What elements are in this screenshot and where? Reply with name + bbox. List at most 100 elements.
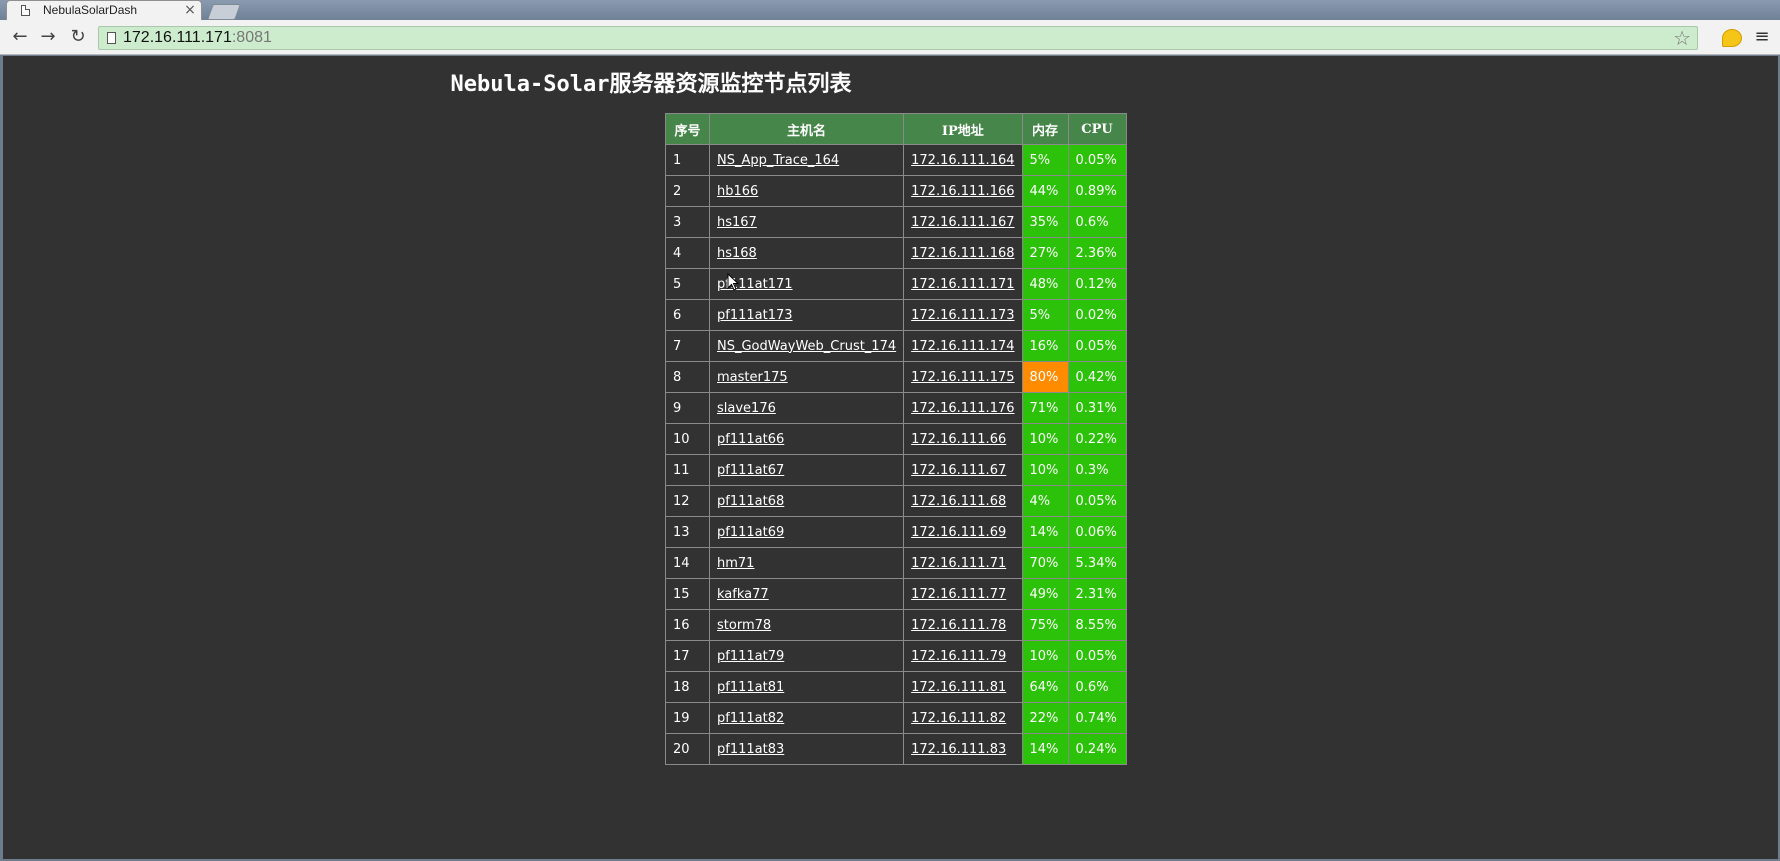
table-row: 2 hb166 172.16.111.166 44% 0.89% (665, 175, 1127, 207)
hostname-cell-link[interactable]: pf111at67 (717, 463, 784, 478)
reload-icon[interactable]: ↻ (66, 26, 90, 48)
hostname-cell-link[interactable]: hm71 (717, 556, 754, 571)
row-index: 18 (665, 671, 710, 703)
hostname-cell-link[interactable]: NS_GodWayWeb_Crust_174 (717, 339, 896, 354)
column-header-cpu: CPU (1067, 113, 1127, 145)
table-row: 19 pf111at82 172.16.111.82 22% 0.74% (665, 702, 1127, 734)
cpu-usage-cell: 0.22% (1067, 423, 1127, 455)
ip-cell-link[interactable]: 172.16.111.71 (911, 556, 1006, 571)
hostname-cell-link[interactable]: master175 (717, 370, 788, 385)
table-row: 12 pf111at68 172.16.111.68 4% 0.05% (665, 485, 1127, 517)
ip-cell-link[interactable]: 172.16.111.68 (911, 494, 1006, 509)
memory-usage-cell: 49% (1021, 578, 1069, 610)
cpu-usage-cell: 0.02% (1067, 299, 1127, 331)
table-row: 14 hm71 172.16.111.71 70% 5.34% (665, 547, 1127, 579)
ip-cell-link[interactable]: 172.16.111.66 (911, 432, 1006, 447)
memory-usage-cell: 10% (1021, 423, 1069, 455)
hostname-cell: master175 (708, 361, 905, 393)
row-index: 7 (665, 330, 710, 362)
hostname-cell-link[interactable]: hs168 (717, 246, 757, 261)
hostname-cell-link[interactable]: slave176 (717, 401, 776, 416)
new-tab-button[interactable] (207, 4, 241, 20)
ip-cell-link[interactable]: 172.16.111.164 (911, 153, 1014, 168)
row-index: 3 (665, 206, 710, 238)
ip-cell: 172.16.111.168 (903, 237, 1023, 269)
memory-usage-cell: 70% (1021, 547, 1069, 579)
cpu-usage-cell: 0.05% (1067, 330, 1127, 362)
ip-cell-link[interactable]: 172.16.111.168 (911, 246, 1014, 261)
star-icon[interactable]: ☆ (1673, 27, 1691, 49)
ip-cell-link[interactable]: 172.16.111.176 (911, 401, 1014, 416)
hostname-cell-link[interactable]: kafka77 (717, 587, 769, 602)
hostname-cell-link[interactable]: pf111at83 (717, 742, 784, 757)
close-icon[interactable]: × (183, 2, 197, 18)
hostname-cell: slave176 (708, 392, 905, 424)
back-arrow-icon[interactable]: ← (8, 26, 32, 48)
hostname-cell-link[interactable]: pf111at66 (717, 432, 784, 447)
memory-usage-cell: 75% (1021, 609, 1069, 641)
memory-usage-cell: 27% (1021, 237, 1069, 269)
ip-cell-link[interactable]: 172.16.111.82 (911, 711, 1006, 726)
hostname-cell-link[interactable]: pf111at69 (717, 525, 784, 540)
cpu-usage-cell: 0.12% (1067, 268, 1127, 300)
memory-usage-cell: 71% (1021, 392, 1069, 424)
cpu-usage-cell: 0.05% (1067, 640, 1127, 672)
row-index: 15 (665, 578, 710, 610)
ip-cell-link[interactable]: 172.16.111.69 (911, 525, 1006, 540)
column-header-hostname: 主机名 (708, 113, 905, 145)
hostname-cell: pf111at81 (708, 671, 905, 703)
hostname-cell-link[interactable]: hb166 (717, 184, 758, 199)
hostname-cell-link[interactable]: pf111at82 (717, 711, 784, 726)
cpu-usage-cell: 0.3% (1067, 454, 1127, 486)
memory-usage-cell: 10% (1021, 640, 1069, 672)
ip-cell-link[interactable]: 172.16.111.167 (911, 215, 1014, 230)
address-bar[interactable]: 172.16.111.171:8081 ☆ (98, 26, 1698, 50)
hostname-cell: NS_App_Trace_164 (708, 144, 905, 176)
ip-cell-link[interactable]: 172.16.111.173 (911, 308, 1014, 323)
table-row: 3 hs167 172.16.111.167 35% 0.6% (665, 206, 1127, 238)
ip-cell: 172.16.111.174 (903, 330, 1023, 362)
memory-usage-cell: 5% (1021, 144, 1069, 176)
url-port: :8081 (231, 29, 272, 46)
ip-cell-link[interactable]: 172.16.111.77 (911, 587, 1006, 602)
menu-icon[interactable]: ≡ (1752, 26, 1772, 48)
row-index: 5 (665, 268, 710, 300)
table-row: 8 master175 172.16.111.175 80% 0.42% (665, 361, 1127, 393)
hostname-cell-link[interactable]: pf111at79 (717, 649, 784, 664)
ip-cell-link[interactable]: 172.16.111.67 (911, 463, 1006, 478)
extension-icon[interactable] (1722, 29, 1742, 47)
row-index: 20 (665, 733, 710, 765)
ip-cell-link[interactable]: 172.16.111.175 (911, 370, 1014, 385)
ip-cell-link[interactable]: 172.16.111.78 (911, 618, 1006, 633)
hostname-cell-link[interactable]: pf111at171 (717, 277, 793, 292)
ip-cell-link[interactable]: 172.16.111.79 (911, 649, 1006, 664)
tab-strip: NebulaSolarDash × (0, 0, 1780, 21)
hostname-cell: NS_GodWayWeb_Crust_174 (708, 330, 905, 362)
hostname-cell-link[interactable]: NS_App_Trace_164 (717, 153, 839, 168)
cpu-usage-cell: 0.24% (1067, 733, 1127, 765)
hostname-cell-link[interactable]: pf111at68 (717, 494, 784, 509)
memory-usage-cell: 10% (1021, 454, 1069, 486)
hostname-cell-link[interactable]: pf111at173 (717, 308, 793, 323)
ip-cell: 172.16.111.175 (903, 361, 1023, 393)
document-icon (21, 5, 30, 16)
ip-cell: 172.16.111.83 (903, 733, 1023, 765)
browser-tab[interactable]: NebulaSolarDash × (6, 0, 202, 21)
ip-cell-link[interactable]: 172.16.111.166 (911, 184, 1014, 199)
row-index: 1 (665, 144, 710, 176)
ip-cell-link[interactable]: 172.16.111.174 (911, 339, 1014, 354)
table-row: 17 pf111at79 172.16.111.79 10% 0.05% (665, 640, 1127, 672)
row-index: 19 (665, 702, 710, 734)
ip-cell-link[interactable]: 172.16.111.81 (911, 680, 1006, 695)
hostname-cell-link[interactable]: storm78 (717, 618, 771, 633)
hostname-cell: hs167 (708, 206, 905, 238)
forward-arrow-icon[interactable]: → (36, 26, 60, 48)
ip-cell-link[interactable]: 172.16.111.83 (911, 742, 1006, 757)
table-row: 16 storm78 172.16.111.78 75% 8.55% (665, 609, 1127, 641)
row-index: 12 (665, 485, 710, 517)
hostname-cell-link[interactable]: hs167 (717, 215, 757, 230)
ip-cell-link[interactable]: 172.16.111.171 (911, 277, 1014, 292)
hostname-cell: pf111at82 (708, 702, 905, 734)
hostname-cell: pf111at67 (708, 454, 905, 486)
hostname-cell-link[interactable]: pf111at81 (717, 680, 784, 695)
